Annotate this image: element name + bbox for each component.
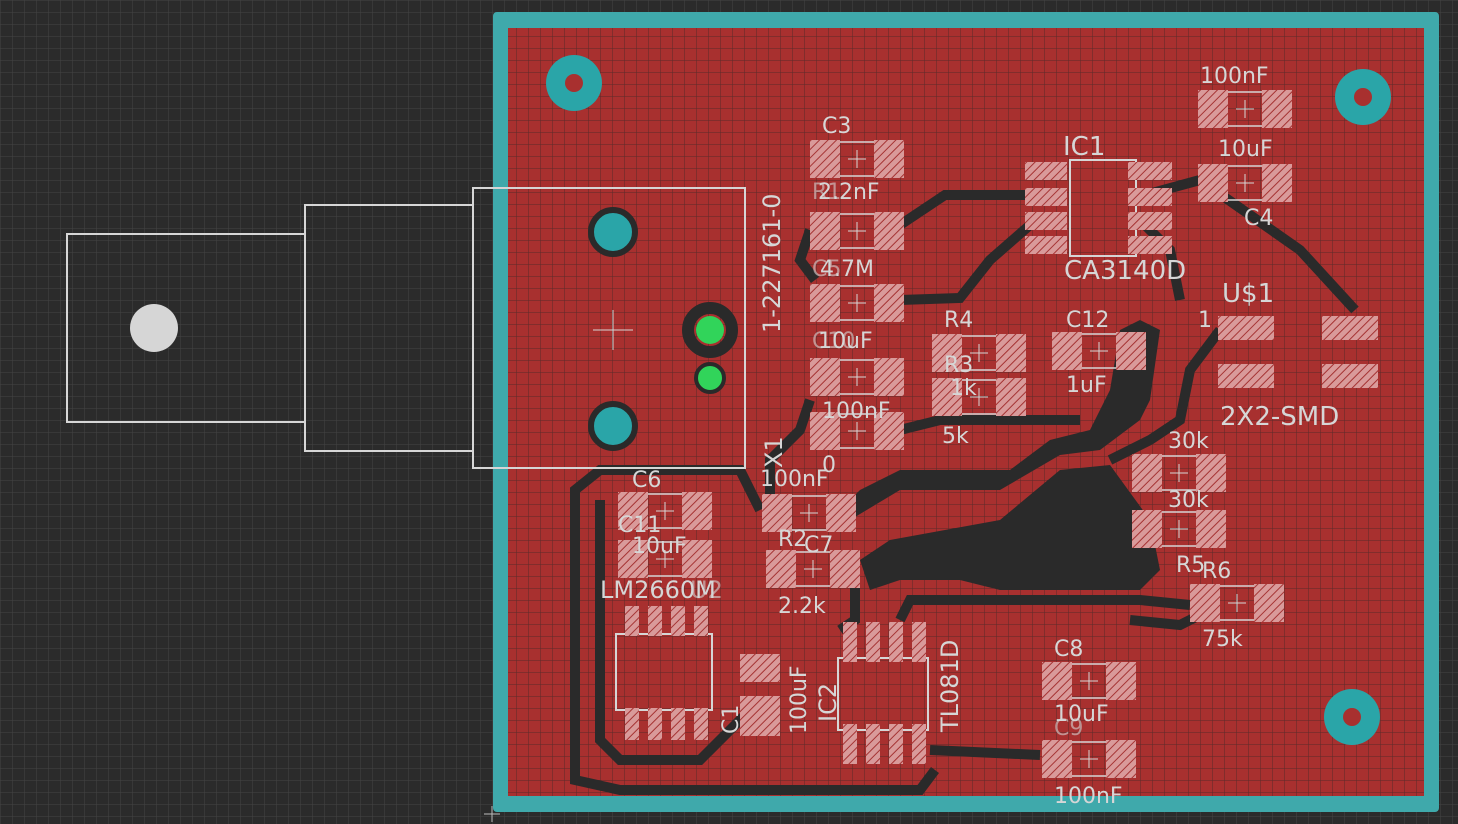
part-c3-pad-2 <box>874 140 904 178</box>
part-c4a-pad-1 <box>1198 90 1228 128</box>
label-c4: C4 <box>1244 206 1273 231</box>
label-connector: 1-227161-0 <box>758 194 786 333</box>
part-c10-pad-1 <box>810 358 840 396</box>
label-u1-part: 2X2-SMD <box>1220 402 1339 432</box>
part-r4-pad-2 <box>996 334 1026 372</box>
part-c4b-pad-2 <box>1262 164 1292 202</box>
part-r2-pad-2 <box>830 550 860 588</box>
label-c9-val: 100nF <box>1054 784 1123 809</box>
part-c8-pad-2 <box>1106 662 1136 700</box>
label-c7-val: 100nF <box>760 467 829 492</box>
label-r4: R4 <box>944 308 973 333</box>
part-r1-pad-1 <box>810 212 840 250</box>
label-r2: R2 <box>778 527 807 552</box>
label-r6: R6 <box>1202 559 1231 584</box>
label-c9: C9 <box>1054 716 1083 741</box>
label-c12: C12 <box>1066 308 1109 333</box>
part-r3-pad-2 <box>996 378 1026 416</box>
label-r4-val: 5k <box>942 424 969 449</box>
label-r5-val-mid: 30k <box>1168 488 1209 513</box>
label-ic2: IC2 <box>814 683 842 722</box>
part-r5b-pad-1 <box>1132 510 1162 548</box>
label-ic1-part: CA3140D <box>1064 256 1186 286</box>
part-c5-pad-2 <box>874 284 904 322</box>
label-r1: R1 <box>812 180 841 205</box>
label-c6: C6 <box>632 468 661 493</box>
label-u1-pin: 1 <box>1198 308 1212 333</box>
part-r5a-pad-2 <box>1196 454 1226 492</box>
label-ic2-part: TL081D <box>936 640 964 733</box>
part-c6-pad-2 <box>682 492 712 530</box>
label-r2-val: 2.2k <box>778 594 826 619</box>
pcb-canvas[interactable]: C3 2.2nF R1 4.7M C5 10uF C10 100nF 0 IC1… <box>0 0 1458 824</box>
part-c9-pad-1 <box>1042 740 1072 778</box>
part-c7-pad-2 <box>826 494 856 532</box>
connector-pad-bottom[interactable] <box>588 401 638 451</box>
label-u1: U$1 <box>1222 279 1274 309</box>
part-r1-pad-2 <box>874 212 904 250</box>
part-r6-pad-2 <box>1254 584 1284 622</box>
label-c7: C7 <box>804 533 833 558</box>
label-c5: C5 <box>812 257 841 282</box>
via-green-1[interactable] <box>696 316 724 344</box>
label-ic1: IC1 <box>1063 132 1105 162</box>
part-c12-pad-1 <box>1052 332 1082 370</box>
part-r2-pad-1 <box>766 550 796 588</box>
part-c4a-pad-2 <box>1262 90 1292 128</box>
part-c10-pad-2 <box>874 358 904 396</box>
via-green-2[interactable] <box>694 362 726 394</box>
part-c12-pad-2 <box>1116 332 1146 370</box>
part-r5a-pad-1 <box>1132 454 1162 492</box>
connector-pad-top[interactable] <box>588 207 638 257</box>
label-c12-val: 1uF <box>1066 373 1107 398</box>
part-c9-pad-2 <box>1106 740 1136 778</box>
part-c3-pad-1 <box>810 140 840 178</box>
label-r5: R5 <box>1176 553 1205 578</box>
part-c8-pad-1 <box>1042 662 1072 700</box>
label-r5-val-top: 30k <box>1168 429 1209 454</box>
label-c4-val-top: 100nF <box>1200 64 1269 89</box>
label-c3: C3 <box>822 114 851 139</box>
connector-pin-hole <box>130 304 178 352</box>
label-x1: X1 <box>760 436 788 468</box>
label-c1-val: 100uF <box>787 665 812 734</box>
part-c5-pad-1 <box>810 284 840 322</box>
part-c4b-pad-1 <box>1198 164 1228 202</box>
label-u2: U2 <box>690 576 723 604</box>
label-c1: C1 <box>719 705 744 734</box>
label-r3-val: 1k <box>950 376 977 401</box>
label-c8: C8 <box>1054 637 1083 662</box>
label-c10-val: 100nF <box>822 399 891 424</box>
part-r6-pad-1 <box>1190 584 1220 622</box>
part-r5b-pad-2 <box>1196 510 1226 548</box>
label-c11-val: 10uF <box>632 534 687 559</box>
label-c4-val-mid: 10uF <box>1218 137 1273 162</box>
label-c10: C10 <box>812 329 855 354</box>
label-r6-val: 75k <box>1202 627 1243 652</box>
label-r3: R3 <box>944 353 973 378</box>
